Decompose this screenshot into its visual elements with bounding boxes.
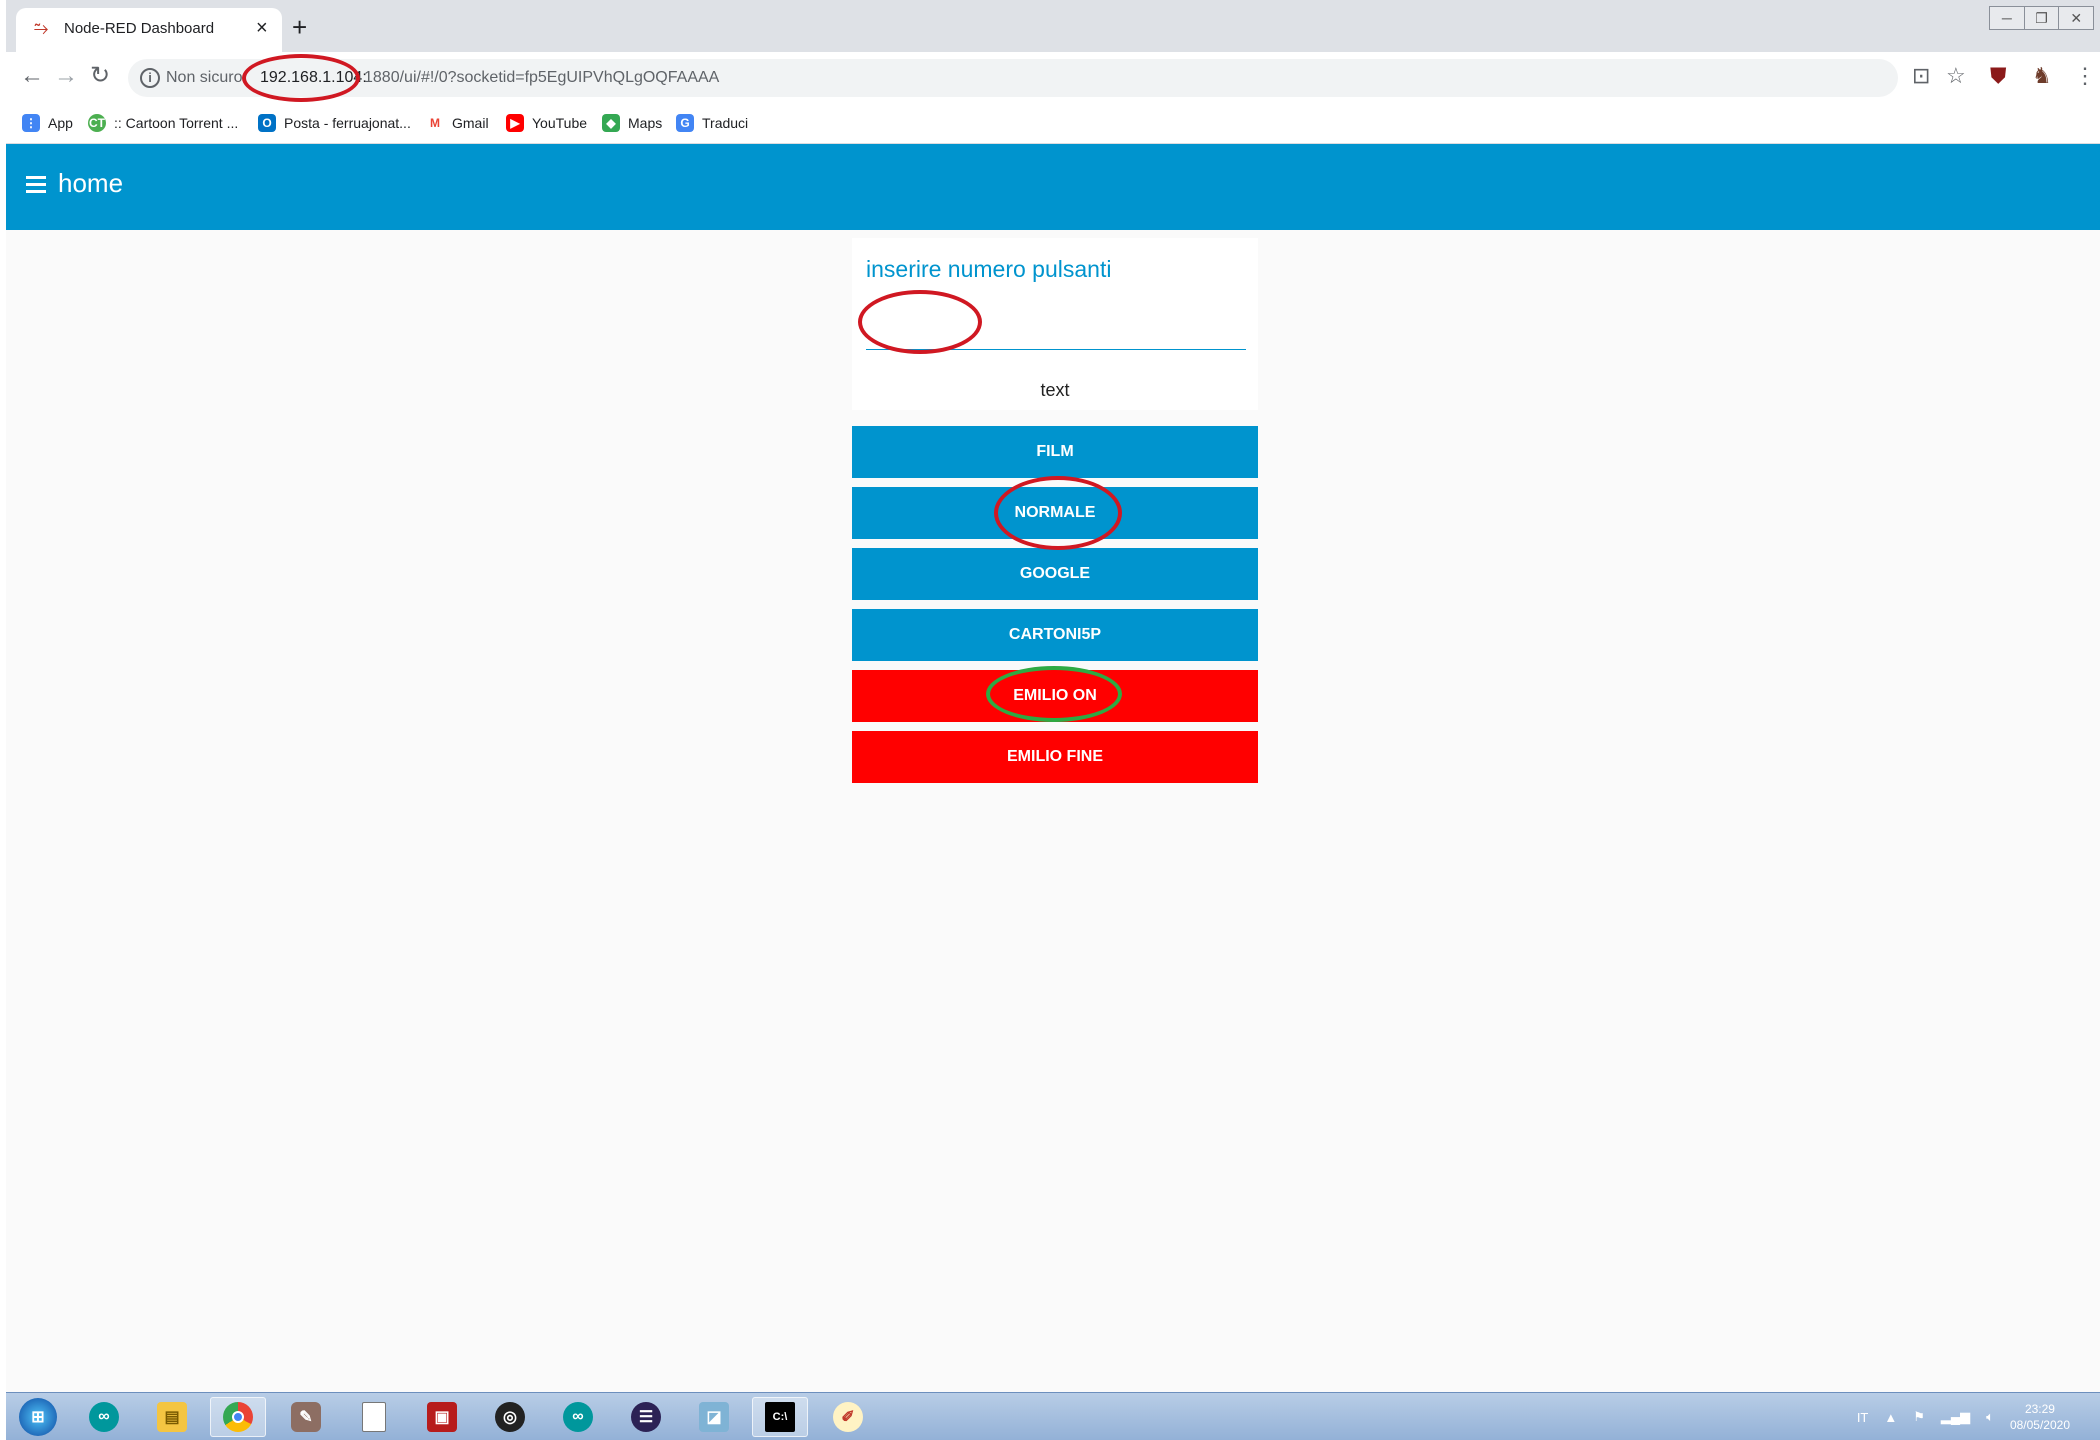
- bookmark-label: :: Cartoon Torrent ...: [114, 115, 239, 131]
- node-red-icon[interactable]: ▣: [414, 1397, 470, 1437]
- input-label: inserire numero pulsanti: [866, 256, 1112, 282]
- bookmark-posta[interactable]: O Posta - ferruajonat...: [258, 112, 411, 134]
- node-red-favicon-icon: ⥲: [34, 18, 49, 38]
- bookmark-traduci[interactable]: G Traduci: [676, 112, 748, 134]
- translate-page-icon[interactable]: ⊡: [1912, 64, 1930, 88]
- bookmark-maps[interactable]: ◆ Maps: [602, 112, 662, 134]
- browser-toolbar: ← → ↻ i Non sicuro 192.168.1.104: 1880/u…: [6, 52, 2100, 102]
- translate-icon: G: [676, 114, 694, 132]
- bookmark-label: Gmail: [452, 115, 489, 131]
- tab-close-icon[interactable]: ×: [256, 18, 268, 38]
- google-button[interactable]: GOOGLE: [852, 548, 1258, 600]
- minimize-button[interactable]: ─: [1989, 6, 2025, 30]
- gmail-icon: M: [426, 114, 444, 132]
- bookmark-label: Posta - ferruajonat...: [284, 115, 411, 131]
- browser-tab[interactable]: ⥲ Node-RED Dashboard ×: [16, 8, 282, 52]
- command-prompt-icon[interactable]: C:\: [752, 1397, 808, 1437]
- network-signal-icon[interactable]: ▂▄▆: [1941, 1409, 1970, 1425]
- emilio-fine-button[interactable]: EMILIO FINE: [852, 731, 1258, 783]
- file-explorer-icon[interactable]: ▤: [144, 1397, 200, 1437]
- bookmark-label: App: [48, 115, 73, 131]
- new-tab-button[interactable]: +: [292, 14, 307, 40]
- arduino-icon[interactable]: ∞: [76, 1397, 132, 1437]
- window-controls: ─ ❐ ✕: [1989, 6, 2095, 32]
- number-input-card: inserire numero pulsanti text: [852, 238, 1258, 410]
- system-tray: IT ▲ ⚑ ▂▄▆ 🔈︎ 23:29 08/05/2020: [1857, 1399, 2070, 1435]
- hamburger-menu-icon[interactable]: [26, 176, 46, 194]
- tab-title: Node-RED Dashboard: [64, 20, 215, 37]
- youtube-icon: ▶: [506, 114, 524, 132]
- action-center-flag-icon[interactable]: ⚑: [1913, 1409, 1925, 1425]
- bookmark-app[interactable]: ⋮ App: [22, 112, 73, 134]
- bookmark-star-icon[interactable]: ☆: [1946, 64, 1966, 88]
- close-window-button[interactable]: ✕: [2058, 6, 2095, 30]
- bookmark-label: Traduci: [702, 115, 749, 131]
- url-path: 1880/ui/#!/0?socketid=fp5EgUIPVhQLgOQFAA…: [364, 69, 720, 86]
- volume-icon[interactable]: 🔈︎: [1986, 1409, 1994, 1425]
- extension-shield-icon[interactable]: ⛊: [1990, 64, 2007, 88]
- browser-window: ⥲ Node-RED Dashboard × + ─ ❐ ✕ ← → ↻ i N…: [6, 0, 2100, 1440]
- notepad-icon[interactable]: ◪: [686, 1397, 742, 1437]
- security-label: Non sicuro: [166, 69, 243, 86]
- address-bar[interactable]: i Non sicuro 192.168.1.104: 1880/ui/#!/0…: [128, 59, 1898, 97]
- language-indicator[interactable]: IT: [1857, 1410, 1869, 1425]
- outlook-icon: O: [258, 114, 276, 132]
- url-host: 192.168.1.104:: [260, 69, 367, 86]
- clock-time: 23:29: [2024, 1402, 2055, 1416]
- maps-icon: ◆: [602, 114, 620, 132]
- clock[interactable]: 23:29 08/05/2020: [2010, 1401, 2070, 1433]
- cartoon-torrent-icon: CT: [88, 114, 106, 132]
- button-count-input[interactable]: [866, 298, 1246, 350]
- show-hidden-icons-icon[interactable]: ▲: [1884, 1410, 1897, 1425]
- windows-taskbar: ⊞ ∞ ▤ ✎ ▣ ◎ ∞ ☰ ◪ C:\ ✐ IT ▲ ⚑ ▂▄▆ 🔈︎ 23…: [6, 1392, 2100, 1440]
- forward-arrow-icon[interactable]: →: [54, 62, 78, 90]
- bookmark-gmail[interactable]: M Gmail: [426, 112, 489, 134]
- gimp-icon[interactable]: ✎: [278, 1397, 334, 1437]
- film-button[interactable]: FILM: [852, 426, 1258, 478]
- start-orb-icon[interactable]: ⊞: [10, 1397, 66, 1437]
- paint-icon[interactable]: ✐: [820, 1397, 876, 1437]
- info-icon[interactable]: i: [140, 68, 160, 88]
- bookmark-youtube[interactable]: ▶ YouTube: [506, 112, 587, 134]
- eclipse-icon[interactable]: ☰: [618, 1397, 674, 1437]
- emilio-on-button[interactable]: EMILIO ON: [852, 670, 1258, 722]
- chrome-icon[interactable]: [210, 1397, 266, 1437]
- tab-strip: ⥲ Node-RED Dashboard × + ─ ❐ ✕: [6, 0, 2100, 52]
- apps-grid-icon: ⋮: [22, 114, 40, 132]
- text-output: text: [1040, 380, 1070, 400]
- reload-icon[interactable]: ↻: [90, 62, 110, 90]
- maximize-button[interactable]: ❐: [2023, 6, 2060, 30]
- page-title: home: [58, 168, 124, 198]
- back-arrow-icon[interactable]: ←: [20, 62, 44, 90]
- bookmark-cartoon-torrent[interactable]: CT :: Cartoon Torrent ...: [88, 112, 238, 134]
- normale-button[interactable]: NORMALE: [852, 487, 1258, 539]
- menu-kebab-icon[interactable]: ⋮: [2074, 64, 2096, 88]
- dashboard-header: home: [6, 144, 2100, 230]
- obs-icon[interactable]: ◎: [482, 1397, 538, 1437]
- arduino-icon-2[interactable]: ∞: [550, 1397, 606, 1437]
- clock-date: 08/05/2020: [2009, 1418, 2070, 1432]
- extension-profile-icon[interactable]: ♞: [2032, 64, 2052, 88]
- cartoni5p-button[interactable]: CARTONI5P: [852, 609, 1258, 661]
- bookmark-label: Maps: [628, 115, 663, 131]
- bookmark-label: YouTube: [532, 115, 588, 131]
- blank-document-icon[interactable]: [346, 1397, 402, 1437]
- bookmarks-bar: ⋮ App CT :: Cartoon Torrent ... O Posta …: [6, 102, 2100, 144]
